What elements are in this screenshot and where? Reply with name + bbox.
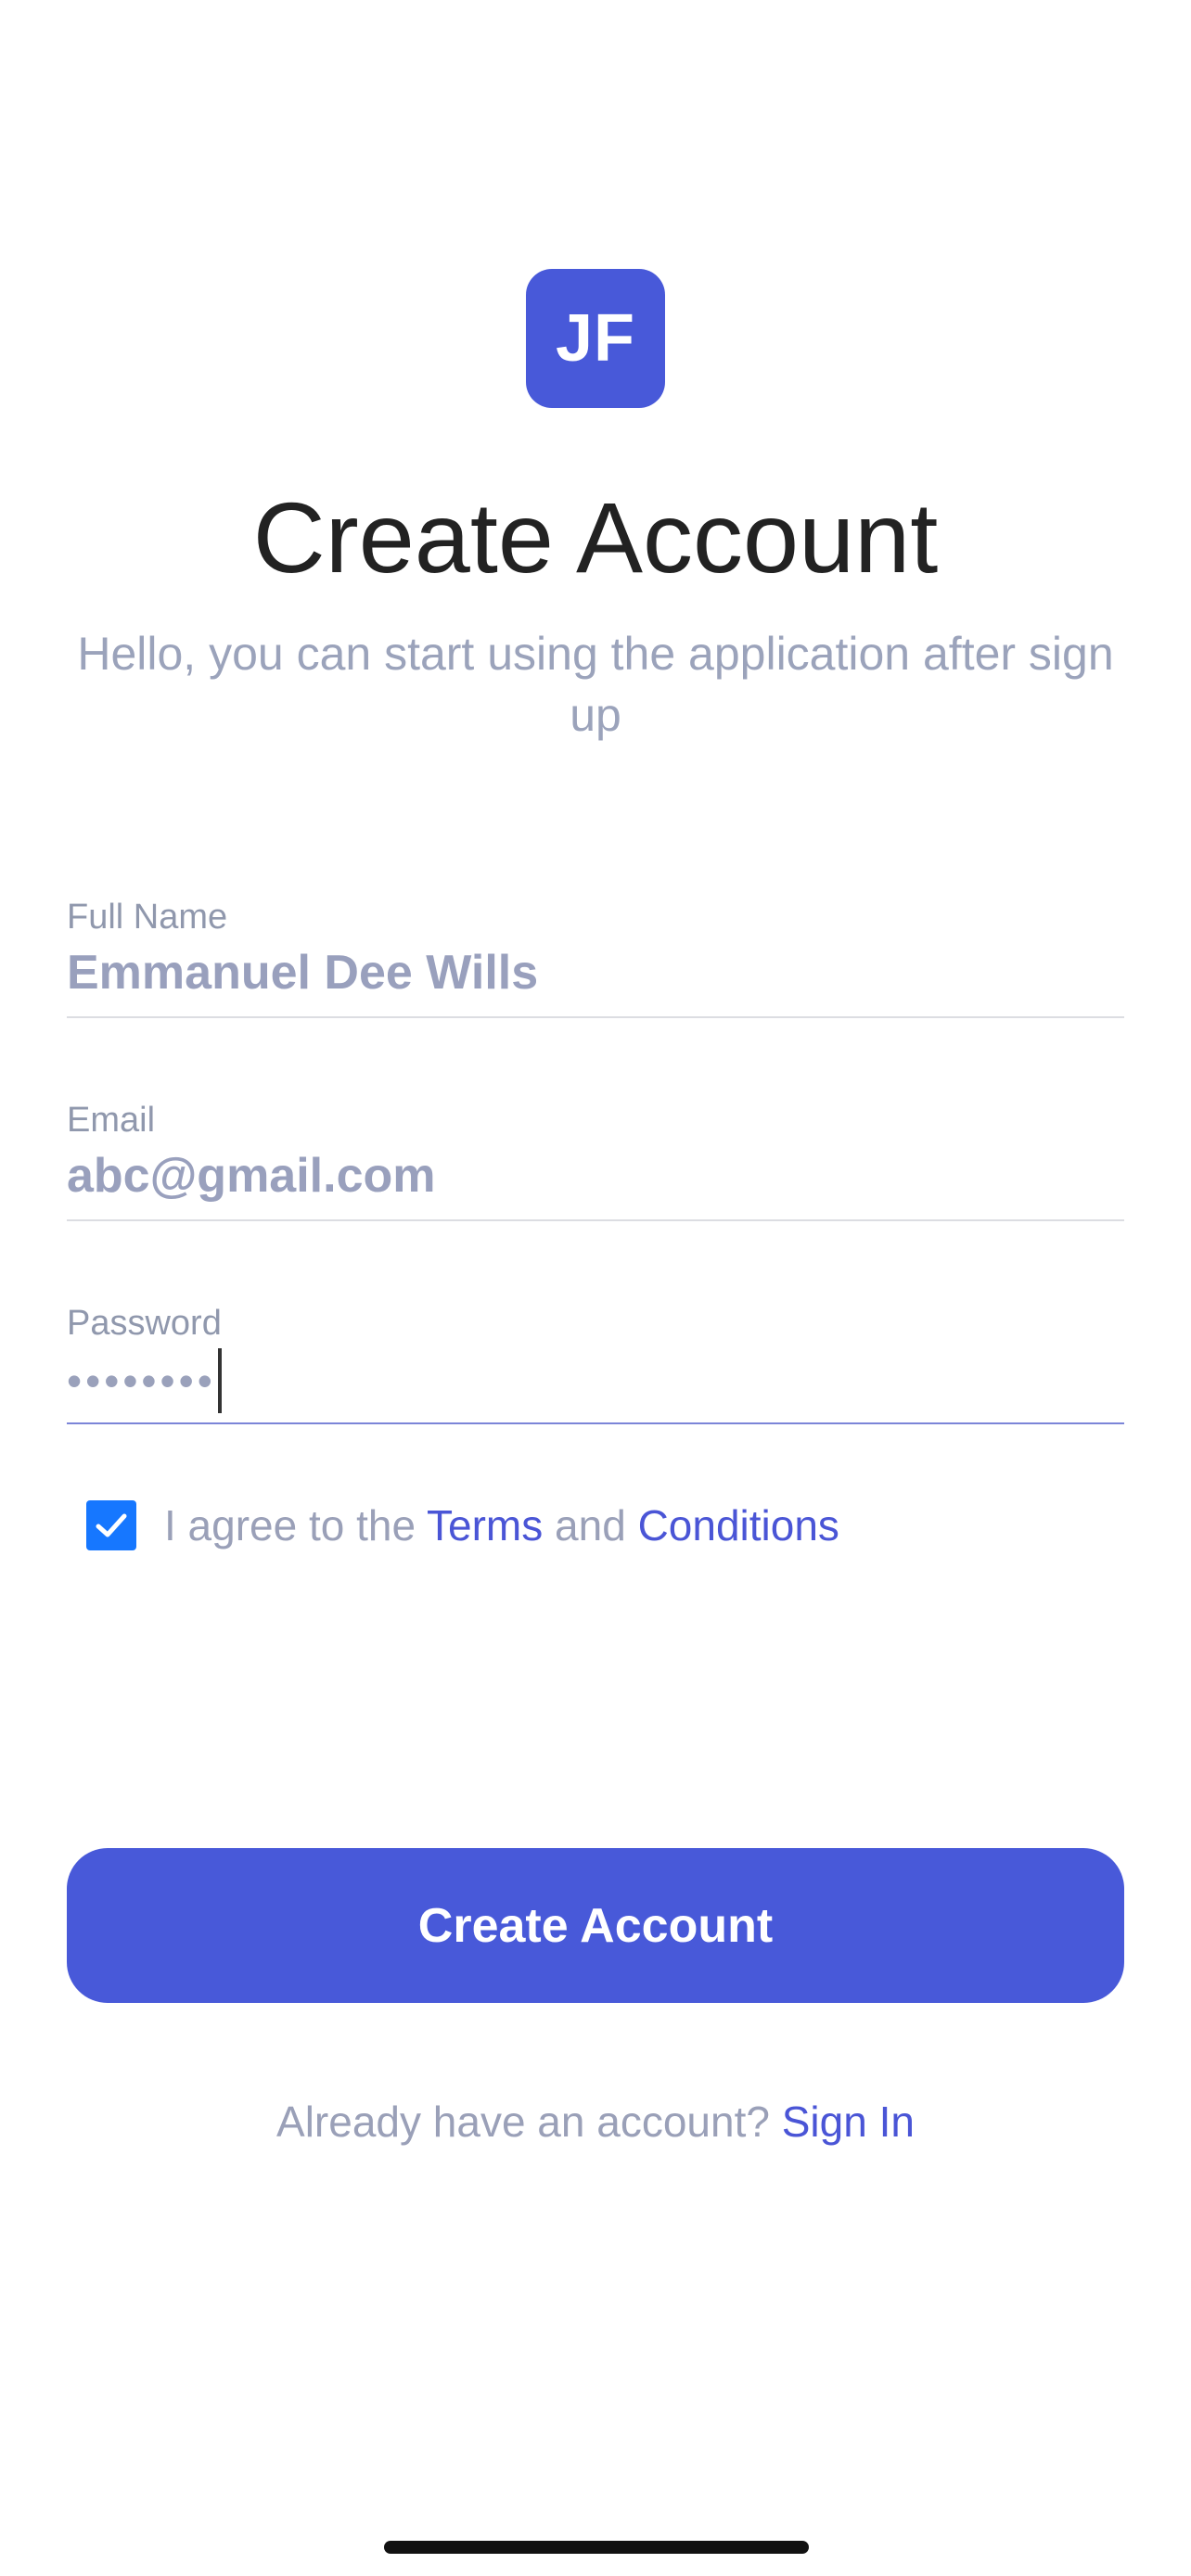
terms-link[interactable]: Terms (427, 1501, 543, 1549)
agree-checkbox[interactable] (86, 1500, 136, 1550)
email-field[interactable]: Email abc@gmail.com (67, 1099, 1124, 1221)
text-cursor (217, 1348, 222, 1413)
create-account-button[interactable]: Create Account (67, 1848, 1124, 2003)
password-field[interactable]: Password •••••••• (67, 1302, 1124, 1424)
sign-in-link[interactable]: Sign In (782, 2098, 915, 2146)
agreement-text: I agree to the Terms and Conditions (164, 1499, 839, 1551)
page-subtitle: Hello, you can start using the applicati… (77, 628, 1114, 741)
email-input[interactable]: abc@gmail.com (67, 1145, 436, 1206)
password-label: Password (67, 1304, 222, 1343)
app-logo: JF (526, 269, 665, 408)
agreement-prefix: I agree to the (164, 1501, 428, 1549)
password-input[interactable]: •••••••• (67, 1348, 222, 1413)
full-name-field[interactable]: Full Name Emmanuel Dee Wills (67, 896, 1124, 1018)
full-name-label: Full Name (67, 898, 228, 937)
checkmark-icon (96, 1513, 127, 1537)
sign-in-prompt: Already have an account? Sign In (0, 2094, 1191, 2149)
conditions-link[interactable]: Conditions (638, 1501, 839, 1549)
agreement-middle: and (543, 1501, 638, 1549)
password-masked-value: •••••••• (67, 1357, 216, 1405)
terms-agreement: I agree to the Terms and Conditions (86, 1499, 839, 1551)
already-have-account-text: Already have an account? (276, 2098, 782, 2146)
full-name-input[interactable]: Emmanuel Dee Wills (67, 942, 538, 1003)
email-label: Email (67, 1101, 156, 1140)
home-indicator[interactable] (384, 2541, 809, 2554)
page-title: Create Account (252, 481, 939, 593)
